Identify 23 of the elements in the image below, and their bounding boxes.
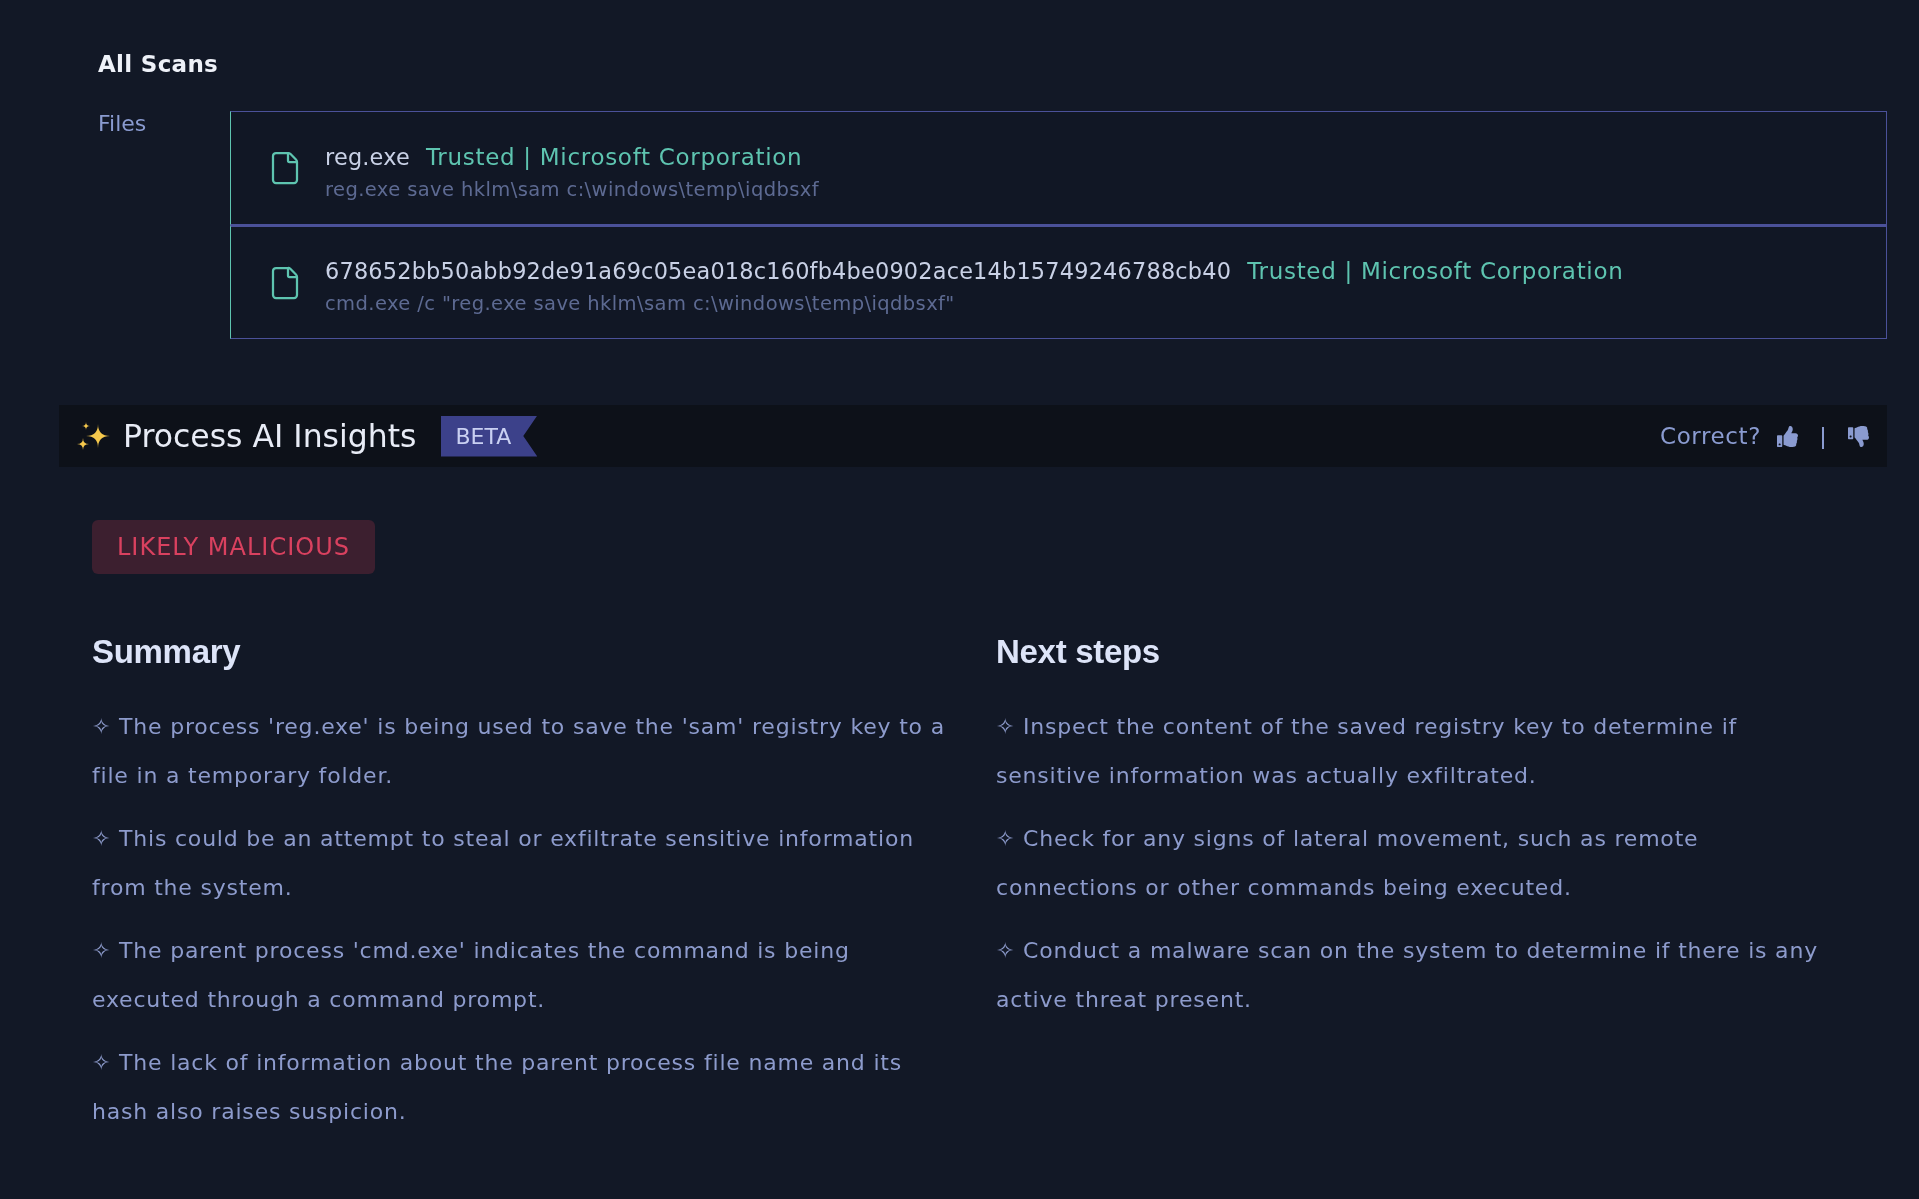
insight-text: ✧ Check for any signs of lateral movement, such as remote connections or other commands being executed.: [996, 825, 1700, 902]
section-heading: Summary: [92, 632, 242, 672]
insight-text: ✧ This could be an attempt to steal or exfiltrate sensitive information from the system.: [92, 825, 915, 902]
insight-text: ✧ The parent process 'cmd.exe' indicates the command is being executed through a command prompt.: [92, 937, 851, 1014]
insight-text: ✧ Conduct a malware scan on the system to determine if there is any active threat present.: [996, 937, 1819, 1014]
command-line: reg.exe save hklm\sam c:\windows\temp\iqdbsxf: [325, 177, 819, 201]
files-label: Files: [98, 111, 148, 137]
thumbs-down-icon[interactable]: [1848, 425, 1869, 447]
insight-text: ✧ Inspect the content of the saved registry key to determine if sensitive information was actually exfiltrated.: [996, 713, 1739, 790]
trust-label: Trusted | Microsoft Corporation: [425, 143, 803, 170]
file-name: reg.exe: [325, 143, 410, 170]
insight-text: ✧ The lack of information about the parent process file name and its hash also raises suspicion.: [92, 1049, 903, 1126]
page-title: All Scans: [98, 50, 220, 79]
verdict-tag: LIKELY MALICIOUS: [92, 520, 375, 574]
file-name: 678652bb50abb92de91a69c05ea018c160fb4be0902ace14b15749246788cb40: [325, 258, 1232, 284]
thumbs-up-icon[interactable]: [1777, 425, 1798, 447]
insights-title: Process AI Insights: [123, 418, 417, 454]
trust-label: Trusted | Microsoft Corporation: [1247, 258, 1624, 284]
feedback-label: Correct?: [1660, 423, 1761, 449]
beta-tag: BETA: [440, 415, 538, 457]
section-heading: Next steps: [996, 632, 1161, 672]
command-line: cmd.exe /c "reg.exe save hklm\sam c:\windows\temp\iqdbsxf": [325, 292, 956, 315]
insight-text: ✧ The process 'reg.exe' is being used to save the 'sam' registry key to a file in a temporary folder.: [92, 713, 946, 790]
